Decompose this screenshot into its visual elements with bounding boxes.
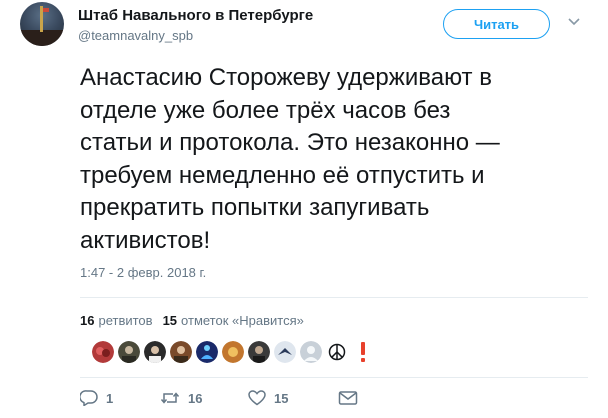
reply-button[interactable]: 1 (80, 390, 160, 406)
retweets-label: ретвитов (98, 313, 153, 328)
liker-avatar-1[interactable] (92, 341, 114, 363)
like-button[interactable]: 15 (248, 390, 338, 406)
heart-icon (248, 390, 266, 406)
tweet-actions: 1 16 15 (80, 390, 358, 406)
divider (80, 377, 588, 378)
account-avatar[interactable] (20, 2, 64, 46)
retweet-count: 16 (188, 390, 203, 406)
liker-avatars (92, 341, 374, 363)
account-name[interactable]: Штаб Навального в Петербурге (78, 7, 313, 24)
retweet-icon (160, 390, 180, 406)
retweets-count: 16 (80, 313, 95, 328)
likes-stat[interactable]: 15 отметок «Нравится» (163, 313, 304, 328)
liker-avatar-9[interactable] (300, 341, 322, 363)
liker-avatar-7[interactable] (248, 341, 270, 363)
liker-avatar-3[interactable] (144, 341, 166, 363)
tweet-line: активистов! (80, 226, 211, 254)
tweet-line: требуем немедленно её отпустить и (80, 161, 485, 189)
avatar-ground (20, 30, 64, 46)
liker-avatar-6[interactable] (222, 341, 244, 363)
exclamation-icon[interactable] (352, 341, 374, 363)
direct-message-button[interactable] (338, 390, 358, 406)
retweet-button[interactable]: 16 (160, 390, 248, 406)
liker-avatar-8[interactable] (274, 341, 296, 363)
follow-button[interactable]: Читать (443, 9, 550, 39)
tweet-text: Анастасию Сторожеву удерживают в отделе … (80, 62, 585, 257)
tweet-line: Анастасию Сторожеву удерживают в (80, 64, 492, 91)
envelope-icon (338, 390, 358, 406)
peace-icon[interactable] (326, 341, 348, 363)
liker-avatar-5[interactable] (196, 341, 218, 363)
retweets-stat[interactable]: 16 ретвитов (80, 313, 153, 328)
likes-count: 15 (162, 313, 178, 328)
reply-icon (80, 390, 98, 406)
chevron-down-icon[interactable] (566, 14, 582, 30)
divider (80, 297, 588, 298)
tweet-line: прекратить попытки запугивать (80, 194, 430, 221)
tweet-line: отделе уже более трёх часов без (80, 96, 451, 124)
reply-count: 1 (106, 390, 114, 406)
account-handle[interactable]: @teamnavalny_spb (78, 28, 193, 43)
avatar-flag (43, 8, 49, 12)
tweet-stats: 16 ретвитов 15 отметок «Нравится» (80, 313, 304, 328)
liker-avatar-4[interactable] (170, 341, 192, 363)
liker-avatar-2[interactable] (118, 341, 140, 363)
tweet-line: статьи и протокола. Это незаконно — (80, 129, 500, 156)
likes-label: отметок «Нравится» (181, 313, 304, 328)
like-count: 15 (274, 390, 289, 406)
tweet-timestamp[interactable]: 1:47 - 2 февр. 2018 г. (80, 265, 206, 280)
